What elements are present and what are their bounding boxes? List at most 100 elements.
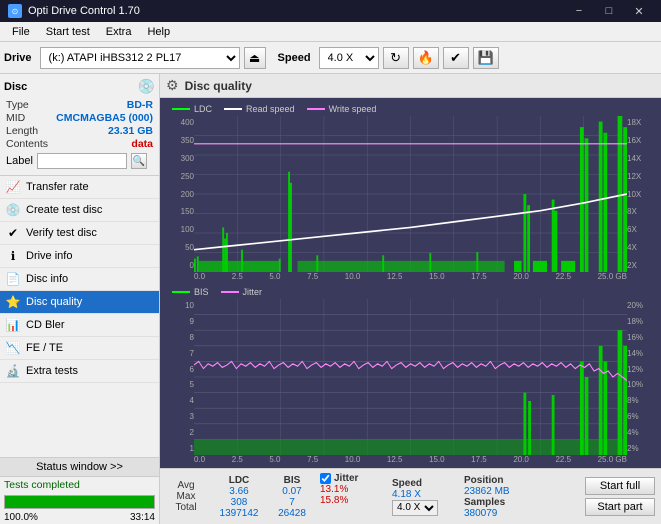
drive-select[interactable]: (k:) ATAPI iHBS312 2 PL17 xyxy=(40,47,240,69)
disc-info-icon: 📄 xyxy=(6,272,20,286)
refresh-button[interactable]: ↻ xyxy=(383,47,409,69)
nav-disc-info-label: Disc info xyxy=(26,273,68,285)
stats-ldc-max: 308 xyxy=(231,497,248,508)
speed-label: Speed xyxy=(278,52,311,64)
progress-bar-container xyxy=(4,495,155,509)
lower-chart-inner xyxy=(194,299,627,455)
stats-jitter-header: Jitter xyxy=(334,473,358,484)
titlebar-controls: − □ ✕ xyxy=(565,0,653,22)
progress-bar-fill xyxy=(5,496,154,508)
eject-button[interactable]: ⏏ xyxy=(244,47,266,69)
close-button[interactable]: ✕ xyxy=(625,0,653,22)
stats-ldc-total: 1397142 xyxy=(220,508,259,519)
nav-fe-te-label: FE / TE xyxy=(26,342,63,354)
charts-container: LDC Read speed Write speed 400 350 xyxy=(160,98,661,468)
nav-verify-test-disc[interactable]: ✔ Verify test disc xyxy=(0,222,159,245)
stats-samples-value: 380079 xyxy=(464,508,497,519)
cd-bler-icon: 📊 xyxy=(6,318,20,332)
disc-label-btn[interactable]: 🔍 xyxy=(131,153,147,169)
ldc-legend-label: LDC xyxy=(194,104,212,114)
lower-y-axis-left: 10 9 8 7 6 5 4 3 2 1 xyxy=(164,299,194,455)
nav-drive-info[interactable]: ℹ Drive info xyxy=(0,245,159,268)
start-part-button[interactable]: Start part xyxy=(585,498,655,516)
disc-mid-row: MID CMCMAGBA5 (000) xyxy=(4,112,155,124)
read-speed-legend-label: Read speed xyxy=(246,104,295,114)
stats-bis-header: BIS xyxy=(284,475,301,486)
disc-panel-title: Disc xyxy=(4,81,27,93)
menu-start-test[interactable]: Start test xyxy=(38,24,98,40)
extra-tests-icon: 🔬 xyxy=(6,364,20,378)
ldc-legend: LDC xyxy=(172,104,212,114)
nav-transfer-rate[interactable]: 📈 Transfer rate xyxy=(0,176,159,199)
ldc-line-sample xyxy=(172,108,190,110)
lower-chart-svg xyxy=(194,299,627,455)
jitter-legend: Jitter xyxy=(221,287,263,297)
jitter-checkbox[interactable] xyxy=(320,473,331,484)
read-speed-line-sample xyxy=(224,108,242,110)
disc-label-label: Label xyxy=(6,155,33,167)
verify-button[interactable]: ✔ xyxy=(443,47,469,69)
nav-fe-te[interactable]: 📉 FE / TE xyxy=(0,337,159,360)
drive-info-icon: ℹ xyxy=(6,249,20,263)
stats-speed-header: Speed xyxy=(392,478,422,489)
disc-type-row: Type BD-R xyxy=(4,99,155,111)
app-title: Opti Drive Control 1.70 xyxy=(28,5,140,17)
upper-x-axis: 0.0 2.5 5.0 7.5 10.0 12.5 15.0 17.5 20.0… xyxy=(164,272,657,281)
menu-help[interactable]: Help xyxy=(139,24,178,40)
elapsed-time: 33:14 xyxy=(130,512,155,523)
stats-max-label: Max xyxy=(177,491,196,502)
create-test-disc-icon: 💿 xyxy=(6,203,20,217)
upper-chart-wrapper: LDC Read speed Write speed 400 350 xyxy=(164,102,657,281)
menu-file[interactable]: File xyxy=(4,24,38,40)
nav-extra-tests[interactable]: 🔬 Extra tests xyxy=(0,360,159,383)
upper-chart-legend: LDC Read speed Write speed xyxy=(164,102,657,116)
titlebar: ⊙ Opti Drive Control 1.70 − □ ✕ xyxy=(0,0,661,22)
progress-percent: 100.0% xyxy=(4,512,38,523)
nav-cd-bler[interactable]: 📊 CD Bler xyxy=(0,314,159,337)
nav-verify-test-disc-label: Verify test disc xyxy=(26,227,97,239)
write-speed-legend-label: Write speed xyxy=(329,104,377,114)
save-button[interactable]: 💾 xyxy=(473,47,499,69)
jitter-legend-label: Jitter xyxy=(243,287,263,297)
disc-contents-row: Contents data xyxy=(4,138,155,150)
stats-ldc-avg: 3.66 xyxy=(229,486,248,497)
chart-gear-icon: ⚙ xyxy=(166,77,179,94)
upper-y-axis-right: 18X 16X 14X 12X 10X 8X 6X 4X 2X xyxy=(627,116,657,272)
speed-select[interactable]: 4.0 X xyxy=(319,47,379,69)
burn-button[interactable]: 🔥 xyxy=(413,47,439,69)
stats-samples-label: Samples xyxy=(464,497,505,508)
start-buttons: Start full Start part xyxy=(585,477,655,516)
disc-icon: 💿 xyxy=(138,78,155,95)
menu-extra[interactable]: Extra xyxy=(98,24,140,40)
drive-label: Drive xyxy=(4,52,32,64)
nav-disc-quality[interactable]: ⭐ Disc quality xyxy=(0,291,159,314)
stats-bis-max: 7 xyxy=(289,497,295,508)
stats-ldc-header: LDC xyxy=(229,475,250,486)
stats-position-value: 23862 MB xyxy=(464,486,510,497)
minimize-button[interactable]: − xyxy=(565,0,593,22)
status-text: Tests completed xyxy=(0,477,159,493)
nav-create-test-disc[interactable]: 💿 Create test disc xyxy=(0,199,159,222)
write-speed-legend: Write speed xyxy=(307,104,377,114)
disc-quality-icon: ⭐ xyxy=(6,295,20,309)
sidebar: Disc 💿 Type BD-R MID CMCMAGBA5 (000) Len… xyxy=(0,74,160,524)
nav-create-test-disc-label: Create test disc xyxy=(26,204,102,216)
lower-chart-wrapper: BIS Jitter 10 9 8 7 6 5 4 xyxy=(164,285,657,464)
nav-disc-info[interactable]: 📄 Disc info xyxy=(0,268,159,291)
start-full-button[interactable]: Start full xyxy=(585,477,655,495)
stats-total-label: Total xyxy=(175,502,196,513)
status-window-button[interactable]: Status window >> xyxy=(0,458,159,477)
disc-label-row: Label 🔍 xyxy=(4,151,155,171)
stats-bis-avg: 0.07 xyxy=(282,486,301,497)
disc-label-input[interactable] xyxy=(37,153,127,169)
maximize-button[interactable]: □ xyxy=(595,0,623,22)
disc-panel: Disc 💿 Type BD-R MID CMCMAGBA5 (000) Len… xyxy=(0,74,159,176)
lower-y-axis-right: 20% 18% 16% 14% 12% 10% 8% 6% 4% 2% xyxy=(627,299,657,455)
fe-te-icon: 📉 xyxy=(6,341,20,355)
disc-length-label: Length xyxy=(6,125,38,137)
stats-speed-select[interactable]: 4.0 X xyxy=(392,500,438,516)
app-icon: ⊙ xyxy=(8,4,22,18)
content-area: ⚙ Disc quality LDC Read speed xyxy=(160,74,661,524)
nav-items: 📈 Transfer rate 💿 Create test disc ✔ Ver… xyxy=(0,176,159,383)
bis-line-sample xyxy=(172,291,190,293)
